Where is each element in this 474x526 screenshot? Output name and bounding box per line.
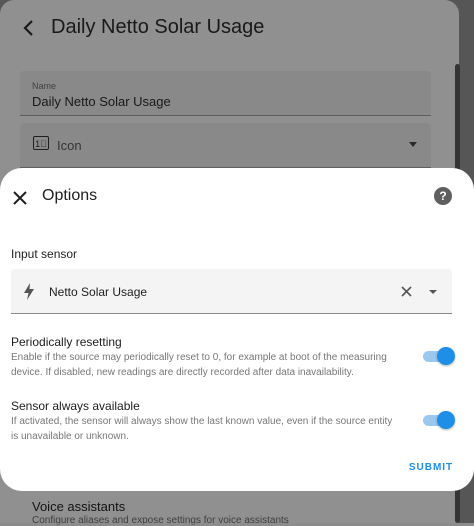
submit-button[interactable]: SUBMIT [402, 457, 460, 479]
flash-icon [24, 283, 34, 300]
sensor-always-available-toggle[interactable] [423, 411, 455, 429]
sensor-always-available-description: If activated, the sensor will always sho… [11, 416, 393, 442]
sensor-always-available-title: Sensor always available [11, 399, 140, 413]
options-title: Options [42, 187, 98, 204]
input-sensor-value: Netto Solar Usage [49, 285, 148, 299]
options-dialog: Options ? Input sensor Netto Solar Usage… [0, 168, 474, 491]
chevron-down-icon[interactable] [429, 290, 437, 294]
help-icon[interactable]: ? [434, 187, 452, 205]
input-sensor-label: Input sensor [11, 247, 78, 261]
periodically-resetting-title: Periodically resetting [11, 335, 122, 349]
toggle-knob [437, 347, 455, 365]
input-sensor-field[interactable]: Netto Solar Usage [11, 269, 452, 314]
toggle-knob [437, 411, 455, 429]
periodically-resetting-toggle[interactable] [423, 347, 455, 365]
close-icon[interactable] [11, 189, 29, 207]
clear-icon[interactable] [401, 286, 412, 297]
periodically-resetting-description: Enable if the source may periodically re… [11, 352, 387, 378]
